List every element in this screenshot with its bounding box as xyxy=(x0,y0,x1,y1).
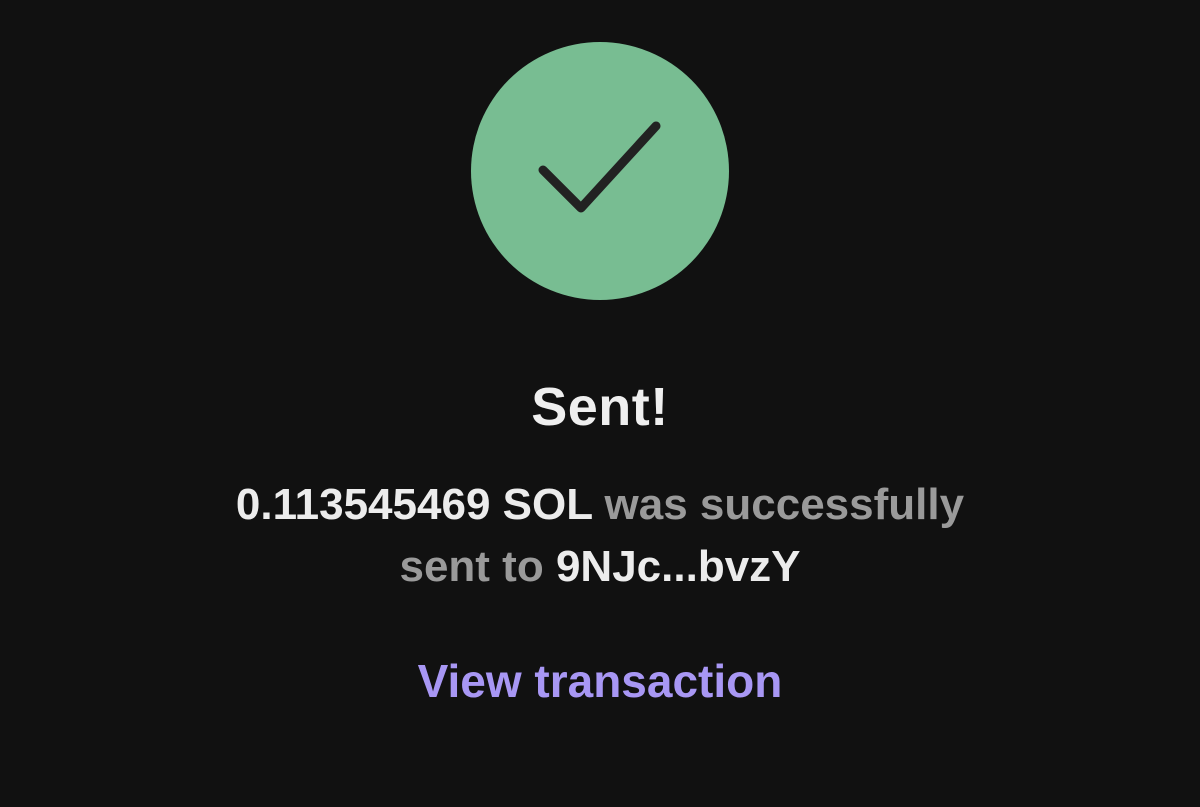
summary-line-2: sent to 9NJc...bvzY xyxy=(100,536,1100,598)
summary-text-sent-to: sent to xyxy=(399,542,544,591)
view-transaction-link[interactable]: View transaction xyxy=(418,655,783,707)
sent-amount: 0.113545469 SOL xyxy=(235,480,593,529)
recipient-address: 9NJc...bvzY xyxy=(555,542,801,591)
sent-title: Sent! xyxy=(531,377,669,437)
checkmark-icon xyxy=(538,121,661,213)
success-status-badge xyxy=(471,42,729,300)
transaction-sent-screen: Sent! 0.113545469 SOL was successfully s… xyxy=(0,0,1200,807)
transaction-summary: 0.113545469 SOL was successfully sent to… xyxy=(100,474,1100,598)
summary-text-success: was successfully xyxy=(604,480,965,529)
view-transaction-container: View transaction xyxy=(0,650,1200,712)
summary-line-1: 0.113545469 SOL was successfully xyxy=(100,474,1100,536)
